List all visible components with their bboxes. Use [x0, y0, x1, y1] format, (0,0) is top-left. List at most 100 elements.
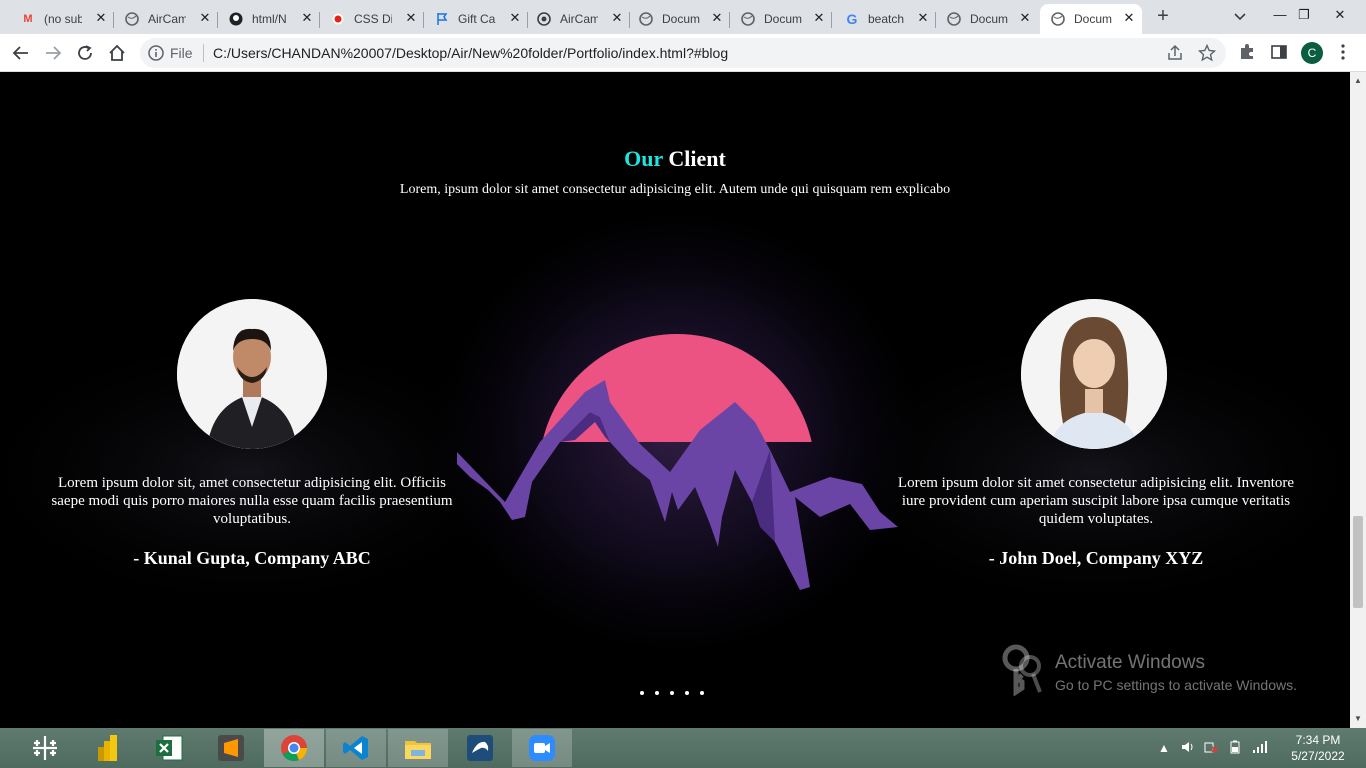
github-icon: [228, 11, 244, 27]
record-icon: [330, 11, 346, 27]
close-window-button[interactable]: ✕: [1322, 0, 1358, 32]
page-scrollbar[interactable]: ▲ ▼: [1350, 72, 1366, 728]
scroll-up-arrow-icon[interactable]: ▲: [1354, 76, 1362, 85]
tab-label: (no subject): [44, 12, 82, 26]
close-tab-icon[interactable]: ✕: [710, 11, 724, 25]
extensions-puzzle-icon[interactable]: [1238, 43, 1256, 66]
tab-aircampus[interactable]: AirCampus ✕: [114, 4, 218, 34]
zoom-icon: [529, 735, 555, 761]
close-tab-icon[interactable]: ✕: [610, 11, 624, 25]
tab-github[interactable]: html/N ✕: [218, 4, 320, 34]
tab-label: Document: [970, 12, 1008, 26]
tab-css-dir[interactable]: CSS Dir ✕: [320, 4, 424, 34]
close-tab-icon[interactable]: ✕: [198, 11, 212, 25]
section-title-accent: Our: [624, 146, 663, 171]
browser-tab-strip: M (no subject) ✕ AirCampus ✕ html/N ✕ CS…: [0, 0, 1366, 34]
watermark-subtitle: Go to PC settings to activate Windows.: [1055, 677, 1297, 693]
profile-avatar[interactable]: C: [1301, 42, 1323, 64]
shield-icon: [536, 11, 552, 27]
wifi-signal-icon[interactable]: [1252, 740, 1268, 757]
back-button[interactable]: [9, 41, 33, 65]
testimonial-author-john: - John Doel, Company XYZ: [988, 548, 1204, 568]
close-tab-icon[interactable]: ✕: [300, 11, 314, 25]
taskbar-powerbi[interactable]: [77, 729, 137, 767]
scroll-down-arrow-icon[interactable]: ▼: [1354, 714, 1362, 723]
side-panel-icon[interactable]: [1270, 43, 1288, 66]
new-tab-button[interactable]: +: [1152, 6, 1174, 28]
slider-dot[interactable]: [700, 691, 704, 695]
tab-search-chevron-icon[interactable]: [1230, 8, 1250, 26]
close-tab-icon[interactable]: ✕: [916, 11, 930, 25]
taskbar-excel[interactable]: [139, 729, 199, 767]
activate-windows-watermark: Activate Windows Go to PC settings to ac…: [1000, 644, 1340, 700]
close-tab-icon[interactable]: ✕: [812, 11, 826, 25]
file-scheme-label: File: [170, 45, 193, 61]
slider-dot[interactable]: [640, 691, 644, 695]
info-icon: [148, 45, 164, 61]
key-icon: [1002, 644, 1042, 696]
tab-label: AirCampus: [560, 12, 598, 26]
tab-label: Gift Card: [458, 12, 496, 26]
powerbi-icon: [98, 735, 117, 761]
site-info-chip[interactable]: File: [148, 43, 204, 63]
close-tab-icon[interactable]: ✕: [1018, 11, 1032, 25]
slider-dot[interactable]: [670, 691, 674, 695]
section-title: Our Client: [0, 146, 1350, 172]
taskbar-clock[interactable]: 7:34 PM 5/27/2022: [1283, 732, 1353, 764]
google-icon: G: [846, 11, 858, 27]
tab-gmail[interactable]: M (no subject) ✕: [10, 4, 114, 34]
tableau-icon: [33, 736, 57, 760]
tab-label: Document: [764, 12, 802, 26]
url-text[interactable]: C:/Users/CHANDAN%20007/Desktop/Air/New%2…: [213, 45, 728, 61]
network-disconnected-icon[interactable]: [1204, 740, 1218, 757]
reload-button[interactable]: [73, 41, 97, 65]
battery-icon[interactable]: [1228, 740, 1242, 757]
slider-dot[interactable]: [655, 691, 659, 695]
tab-label: AirCampus: [148, 12, 186, 26]
sublime-icon: [218, 735, 244, 761]
close-tab-icon[interactable]: ✕: [1122, 11, 1136, 25]
section-subtitle: Lorem, ipsum dolor sit amet consectetur …: [399, 182, 951, 197]
tab-document-active[interactable]: Document ✕: [1040, 4, 1142, 34]
restore-button[interactable]: ❐: [1286, 0, 1322, 32]
tab-gift-card[interactable]: Gift Card ✕: [424, 4, 528, 34]
tab-label: CSS Dir: [354, 12, 392, 26]
chrome-menu-icon[interactable]: [1340, 43, 1346, 66]
address-bar[interactable]: File C:/Users/CHANDAN%20007/Desktop/Air/…: [140, 38, 1226, 68]
globe-icon: [946, 11, 962, 27]
scrollbar-thumb[interactable]: [1353, 516, 1363, 608]
taskbar-mysql-workbench[interactable]: [450, 729, 510, 767]
tab-google-beatch[interactable]: G beatch ✕: [834, 4, 936, 34]
tab-document-1[interactable]: Document ✕: [628, 4, 730, 34]
close-tab-icon[interactable]: ✕: [508, 11, 522, 25]
bookmark-star-icon[interactable]: [1197, 43, 1217, 67]
page-viewport: Our Client Lorem, ipsum dolor sit amet c…: [0, 72, 1350, 728]
home-button[interactable]: [105, 41, 129, 65]
taskbar-tableau[interactable]: [15, 729, 75, 767]
taskbar-chrome[interactable]: [264, 729, 324, 767]
system-tray: ▲: [1158, 728, 1268, 768]
tab-aircampus-2[interactable]: AirCampus ✕: [526, 4, 630, 34]
tab-document-2[interactable]: Document ✕: [730, 4, 832, 34]
close-tab-icon[interactable]: ✕: [404, 11, 418, 25]
close-tab-icon[interactable]: ✕: [94, 11, 108, 25]
slider-dots: [640, 691, 704, 695]
testimonial-quote-john: Lorem ipsum dolor sit amet consectetur a…: [897, 475, 1295, 527]
gmail-icon: M: [23, 13, 33, 25]
section-title-rest: Client: [668, 146, 726, 171]
show-hidden-icons-icon[interactable]: ▲: [1158, 741, 1170, 755]
volume-icon[interactable]: [1180, 740, 1194, 757]
chrome-icon: [281, 735, 307, 762]
forward-button[interactable]: [41, 41, 65, 65]
reload-icon: [78, 45, 92, 60]
share-icon[interactable]: [1166, 44, 1184, 67]
windows-taskbar: ▲ 7:34 PM 5/27/2022: [0, 728, 1366, 768]
taskbar-zoom[interactable]: [512, 729, 572, 767]
clock-time: 7:34 PM: [1295, 733, 1341, 747]
back-arrow-icon: [12, 46, 28, 60]
slider-dot[interactable]: [685, 691, 689, 695]
taskbar-file-explorer[interactable]: [388, 729, 448, 767]
taskbar-sublime[interactable]: [201, 729, 261, 767]
tab-document-3[interactable]: Document ✕: [936, 4, 1038, 34]
taskbar-vscode[interactable]: [326, 729, 386, 767]
